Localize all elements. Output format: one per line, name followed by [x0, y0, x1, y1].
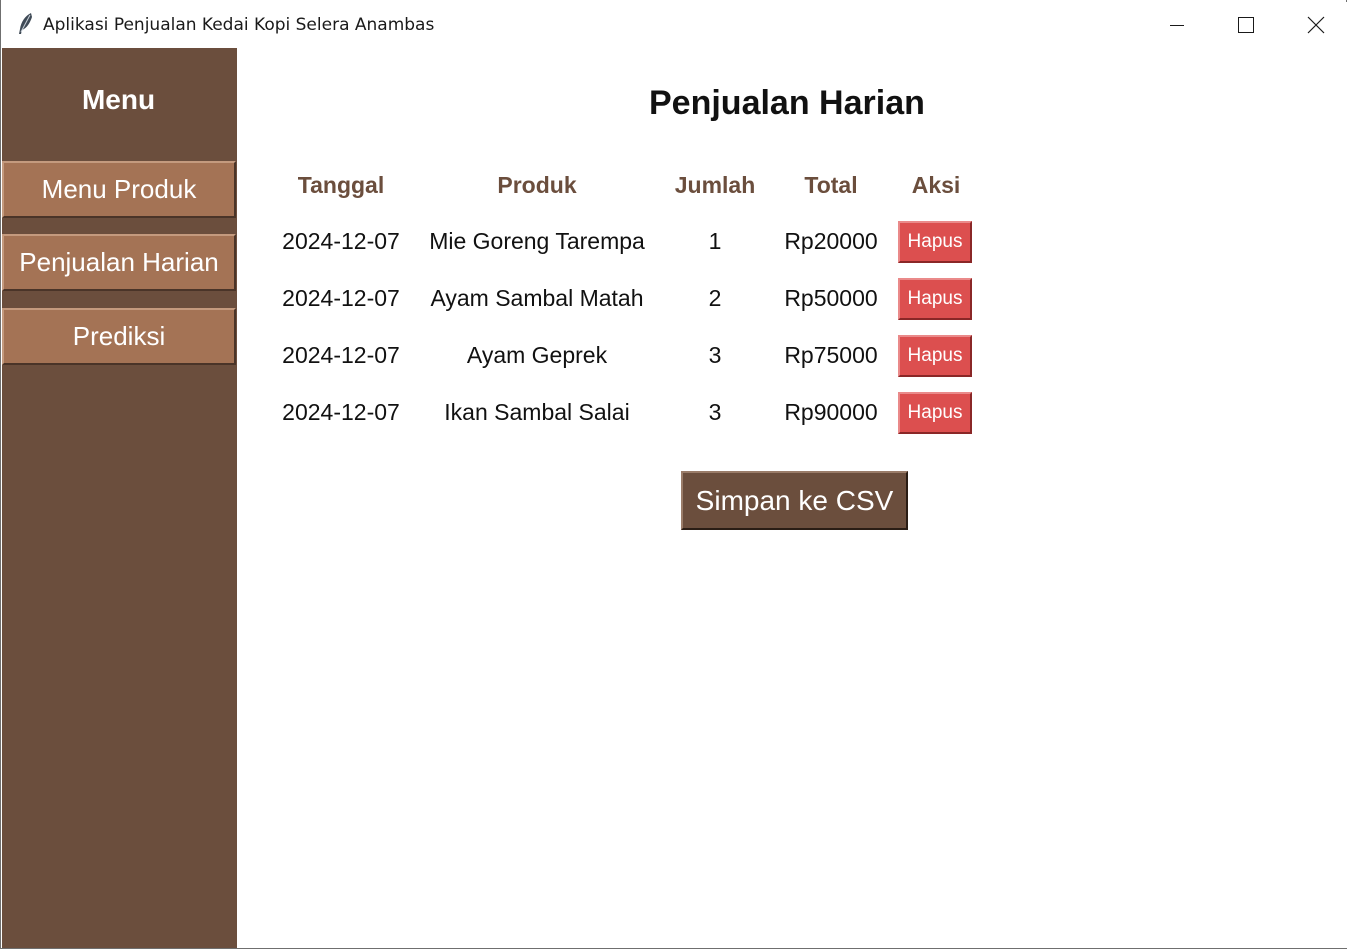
maximize-icon [1238, 17, 1254, 33]
cell-tanggal: 2024-12-07 [282, 342, 400, 368]
feather-icon [15, 12, 37, 36]
hapus-button[interactable]: Hapus [898, 335, 972, 377]
cell-jumlah: 3 [708, 342, 722, 368]
cell-total: Rp20000 [784, 228, 878, 254]
cell-produk: Ayam Sambal Matah [430, 285, 644, 311]
cell-tanggal: 2024-12-07 [282, 285, 400, 311]
column-header-jumlah: Jumlah [674, 172, 756, 198]
page-title: Penjualan Harian [649, 84, 925, 122]
sidebar-item-penjualan-harian[interactable]: Penjualan Harian [2, 234, 236, 291]
cell-jumlah: 1 [708, 228, 722, 254]
cell-tanggal: 2024-12-07 [282, 399, 400, 425]
cell-jumlah: 3 [708, 399, 722, 425]
cell-produk: Ikan Sambal Salai [444, 399, 630, 425]
window-title: Aplikasi Penjualan Kedai Kopi Selera Ana… [43, 15, 435, 35]
hapus-button[interactable]: Hapus [898, 278, 972, 320]
hapus-button[interactable]: Hapus [898, 392, 972, 434]
cell-jumlah: 2 [708, 285, 722, 311]
column-header-produk: Produk [497, 172, 577, 198]
title-bar[interactable]: Aplikasi Penjualan Kedai Kopi Selera Ana… [1, 2, 1347, 48]
sidebar-item-menu-produk[interactable]: Menu Produk [2, 161, 236, 218]
cell-produk: Ayam Geprek [466, 342, 608, 368]
sidebar-item-prediksi[interactable]: Prediksi [2, 308, 236, 365]
column-header-tanggal: Tanggal [297, 172, 385, 198]
cell-total: Rp75000 [784, 342, 878, 368]
cell-total: Rp90000 [784, 399, 878, 425]
close-button[interactable] [1282, 2, 1347, 48]
column-header-aksi: Aksi [911, 172, 961, 198]
close-icon [1307, 16, 1325, 34]
cell-tanggal: 2024-12-07 [282, 228, 400, 254]
app-window: Aplikasi Penjualan Kedai Kopi Selera Ana… [0, 0, 1347, 949]
cell-total: Rp50000 [784, 285, 878, 311]
sidebar-title: Menu [81, 84, 156, 115]
maximize-button[interactable] [1212, 2, 1280, 48]
column-header-total: Total [804, 172, 858, 198]
cell-produk: Mie Goreng Tarempa [429, 228, 645, 254]
save-csv-button[interactable]: Simpan ke CSV [681, 471, 908, 530]
hapus-button[interactable]: Hapus [898, 221, 972, 263]
minimize-button[interactable] [1143, 2, 1211, 48]
minimize-icon [1169, 17, 1185, 33]
